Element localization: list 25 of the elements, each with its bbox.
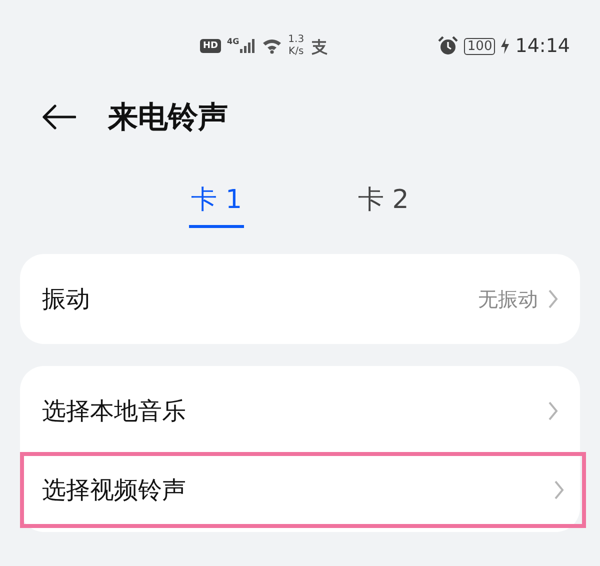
row-value: 无振动 <box>478 286 538 312</box>
settings-row[interactable]: 选择视频铃声 <box>20 452 586 528</box>
charging-icon <box>501 38 510 54</box>
row-label: 选择本地音乐 <box>42 396 187 427</box>
speed-unit: K/s <box>288 46 304 58</box>
chevron-right-icon <box>554 480 564 500</box>
clock-time: 14:14 <box>515 35 570 57</box>
chevron-right-icon <box>548 401 558 421</box>
page-title: 来电铃声 <box>108 98 228 136</box>
sim-tab[interactable]: 卡 2 <box>356 182 411 225</box>
signal-icon <box>240 39 256 53</box>
settings-row[interactable]: 振动 无振动 <box>20 258 580 340</box>
row-label: 振动 <box>42 284 91 315</box>
chevron-right-icon <box>548 289 558 309</box>
wifi-icon <box>262 38 282 54</box>
hd-badge: HD <box>200 39 222 53</box>
sim-tab[interactable]: 卡 1 <box>189 182 244 228</box>
speed-value: 1.3 <box>288 34 304 46</box>
alarm-clock-icon <box>438 36 458 56</box>
row-label: 选择视频铃声 <box>42 475 187 506</box>
settings-row[interactable]: 选择本地音乐 <box>20 370 580 452</box>
payment-app-icon <box>310 38 328 54</box>
battery-indicator: 100 <box>464 38 496 54</box>
network-label: 4G <box>227 36 240 46</box>
back-icon[interactable] <box>42 104 76 130</box>
